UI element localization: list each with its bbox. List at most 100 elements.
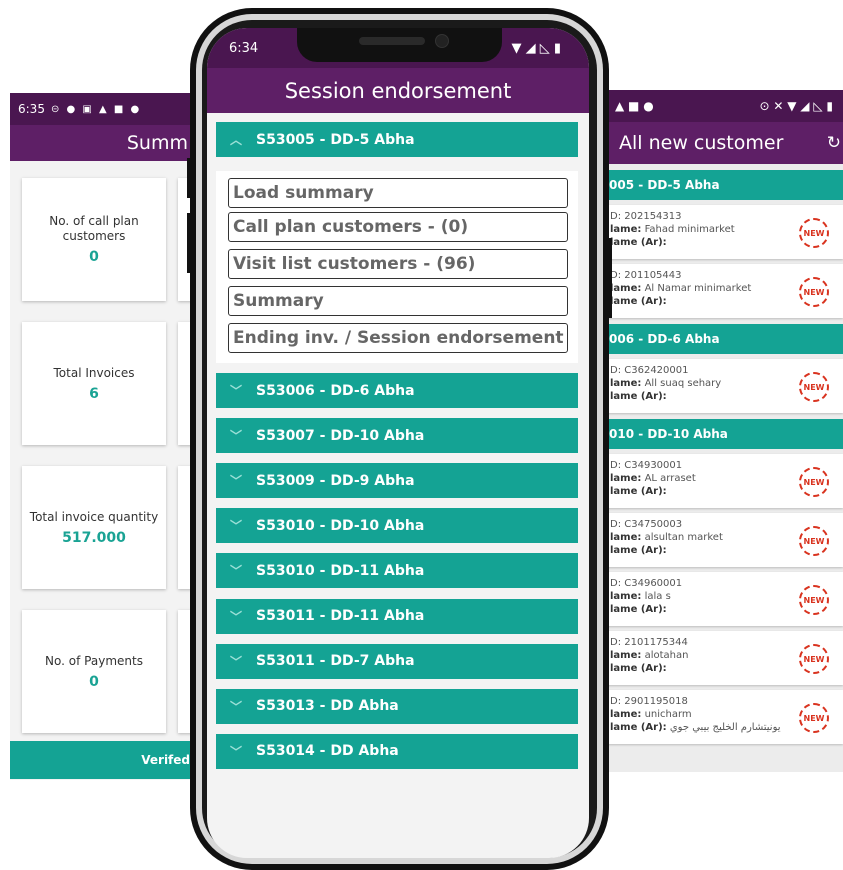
- session-label: S53006 - DD-6 Abha: [256, 382, 415, 399]
- session-endorsement-screen: 6:34 ▼ ◢ ◺ ▮ Session endorsement ︿ S5300…: [207, 28, 589, 858]
- customer-name-label: lame:: [610, 224, 642, 235]
- customer-name: Fahad minimarket: [644, 224, 735, 235]
- session-label: S53011 - DD-11 Abha: [256, 608, 425, 624]
- customer-arabic-label: lame (Ar):: [610, 237, 667, 248]
- session-option-button[interactable]: Ending inv. / Session endorsement: [228, 323, 568, 353]
- verified-button[interactable]: Verifed: [10, 741, 198, 779]
- speaker-grille: [359, 37, 425, 45]
- customer-list-item[interactable]: D: C34960001 lame: lala s lame (Ar): NEW: [607, 572, 843, 626]
- customer-list-item[interactable]: D: C34930001 lame: AL arraset lame (Ar): N…: [607, 454, 843, 508]
- chevron-down-icon: ﹀: [229, 474, 242, 489]
- customer-list-item[interactable]: D: 202154313 lame: Fahad minimarket lame (…: [607, 205, 843, 259]
- customer-list-item[interactable]: D: C362420001 lame: All suaq sehary lame (…: [607, 359, 843, 413]
- customer-name-label: lame:: [610, 591, 642, 602]
- card-label: Total Invoices: [53, 365, 135, 380]
- verified-label: Verifed: [141, 753, 190, 767]
- new-badge-icon: NEW: [799, 277, 829, 307]
- new-badge-icon: NEW: [799, 218, 829, 248]
- session-label: S53013 - DD Abha: [256, 698, 399, 715]
- notification-icons: ▲ ■ ●: [615, 99, 654, 113]
- card-label: Total invoice quantity: [29, 509, 159, 524]
- customer-name: All suaq sehary: [644, 378, 722, 389]
- accordion-collapsed-header[interactable]: ﹀ S53006 - DD-6 Abha: [216, 373, 578, 408]
- customer-name: unicharm: [644, 709, 692, 720]
- chevron-down-icon: ﹀: [229, 654, 242, 669]
- notification-icons: ⊝ ● ▣ ▲ ■ ●: [50, 103, 142, 115]
- customer-name-label: lame:: [610, 378, 642, 389]
- new-badge-icon: NEW: [799, 703, 829, 733]
- accordion-collapsed-header[interactable]: ﹀ S53014 - DD Abha: [216, 733, 578, 769]
- accordion-expanded-header[interactable]: ︿ S53005 - DD-5 Abha: [216, 122, 578, 157]
- customer-name-label: lame:: [610, 709, 642, 720]
- customer-name-label: lame:: [610, 650, 642, 661]
- group-header[interactable]: 005 - DD-5 Abha: [607, 170, 843, 200]
- customer-name: AL arraset: [644, 473, 696, 484]
- session-label: S53009 - DD-9 Abha: [256, 472, 415, 489]
- new-badge-icon: NEW: [799, 372, 829, 402]
- session-options-panel: Load summary Call plan customers - (0) Vis…: [216, 171, 578, 363]
- customer-name-label: lame:: [610, 283, 642, 294]
- system-icons: ⊙ ✕ ▼ ◢ ◺ ▮: [759, 99, 833, 113]
- customer-name-label: lame:: [610, 473, 642, 484]
- page-title: Summ: [126, 132, 188, 154]
- customer-arabic-label: lame (Ar):: [610, 486, 667, 497]
- system-icons: ▼ ◢ ◺ ▮: [511, 40, 561, 56]
- chevron-down-icon: ﹀: [229, 429, 242, 444]
- card-value: 6: [89, 385, 99, 402]
- new-badge-icon: NEW: [799, 585, 829, 615]
- chevron-down-icon: ﹀: [229, 609, 242, 624]
- status-time: 6:34: [229, 40, 259, 56]
- customer-name: Al Namar minimarket: [644, 283, 752, 294]
- customer-list-item[interactable]: D: 2101175344 lame: alotahan lame (Ar): NE…: [607, 631, 843, 685]
- status-bar: ▲ ■ ● ⊙ ✕ ▼ ◢ ◺ ▮: [607, 90, 843, 122]
- status-bar: 6:35 ⊝ ● ▣ ▲ ■ ●: [10, 93, 198, 125]
- session-option-button[interactable]: Summary: [228, 286, 568, 316]
- customer-list-item[interactable]: D: 2901195018 lame: unicharm lame (Ar): يو…: [607, 690, 843, 744]
- customer-arabic-name: يونيتشارم الخليج بيبي جوي: [669, 722, 781, 733]
- session-app-bar: Session endorsement: [207, 68, 589, 113]
- customer-app-bar: All new customer ↻: [607, 122, 843, 164]
- accordion-collapsed-header[interactable]: ﹀ S53013 - DD Abha: [216, 688, 578, 724]
- customer-name: alotahan: [644, 650, 689, 661]
- page-title: All new customer: [619, 132, 784, 154]
- session-label: S53011 - DD-7 Abha: [256, 653, 415, 670]
- page-title: Session endorsement: [284, 78, 512, 103]
- summary-card: No. of call plan customers 0: [22, 178, 166, 301]
- card-value: 517.000: [62, 529, 126, 546]
- customer-arabic-label: lame (Ar):: [610, 545, 667, 556]
- group-header[interactable]: 010 - DD-10 Abha: [607, 419, 843, 449]
- customer-list-item[interactable]: D: C34750003 lame: alsultan market lame (A…: [607, 513, 843, 567]
- summary-card: Total invoice quantity 517.000: [22, 466, 166, 589]
- summary-app-bar: Summ: [10, 125, 198, 161]
- front-camera: [435, 34, 449, 48]
- card-value: 0: [89, 249, 99, 265]
- session-option-button[interactable]: Load summary: [228, 178, 568, 208]
- chevron-down-icon: ﹀: [229, 699, 242, 714]
- accordion-collapsed-header[interactable]: ﹀ S53007 - DD-10 Abha: [216, 418, 578, 454]
- group-header[interactable]: 006 - DD-6 Abha: [607, 324, 843, 354]
- accordion-collapsed-header[interactable]: ﹀ S53011 - DD-11 Abha: [216, 598, 578, 634]
- customer-list-item[interactable]: D: 201105443 lame: Al Namar minimarket lam…: [607, 264, 843, 318]
- phone-notch: [297, 28, 502, 62]
- power-button: [608, 238, 612, 318]
- refresh-icon[interactable]: ↻: [827, 133, 843, 153]
- accordion-collapsed-header[interactable]: ﹀ S53010 - DD-11 Abha: [216, 553, 578, 589]
- customer-arabic-label: lame (Ar):: [610, 663, 667, 674]
- card-value: 0: [89, 673, 99, 690]
- session-label: S53007 - DD-10 Abha: [256, 427, 425, 444]
- session-option-button[interactable]: Visit list customers - (96): [228, 249, 568, 279]
- summary-card: No. of Payments 0: [22, 610, 166, 733]
- session-label: S53005 - DD-5 Abha: [256, 131, 415, 148]
- new-badge-icon: NEW: [799, 467, 829, 497]
- session-label: S53014 - DD Abha: [256, 743, 399, 760]
- accordion-collapsed-header[interactable]: ﹀ S53011 - DD-7 Abha: [216, 643, 578, 679]
- new-badge-icon: NEW: [799, 526, 829, 556]
- chevron-down-icon: ﹀: [229, 519, 242, 534]
- accordion-collapsed-header[interactable]: ﹀ S53010 - DD-10 Abha: [216, 508, 578, 544]
- customer-arabic-label: lame (Ar):: [610, 391, 667, 402]
- customer-arabic-label: lame (Ar):: [610, 296, 667, 307]
- volume-up-button: [187, 158, 191, 198]
- session-option-button[interactable]: Call plan customers - (0): [228, 212, 568, 242]
- customer-name: lala s: [644, 591, 671, 602]
- accordion-collapsed-header[interactable]: ﹀ S53009 - DD-9 Abha: [216, 463, 578, 499]
